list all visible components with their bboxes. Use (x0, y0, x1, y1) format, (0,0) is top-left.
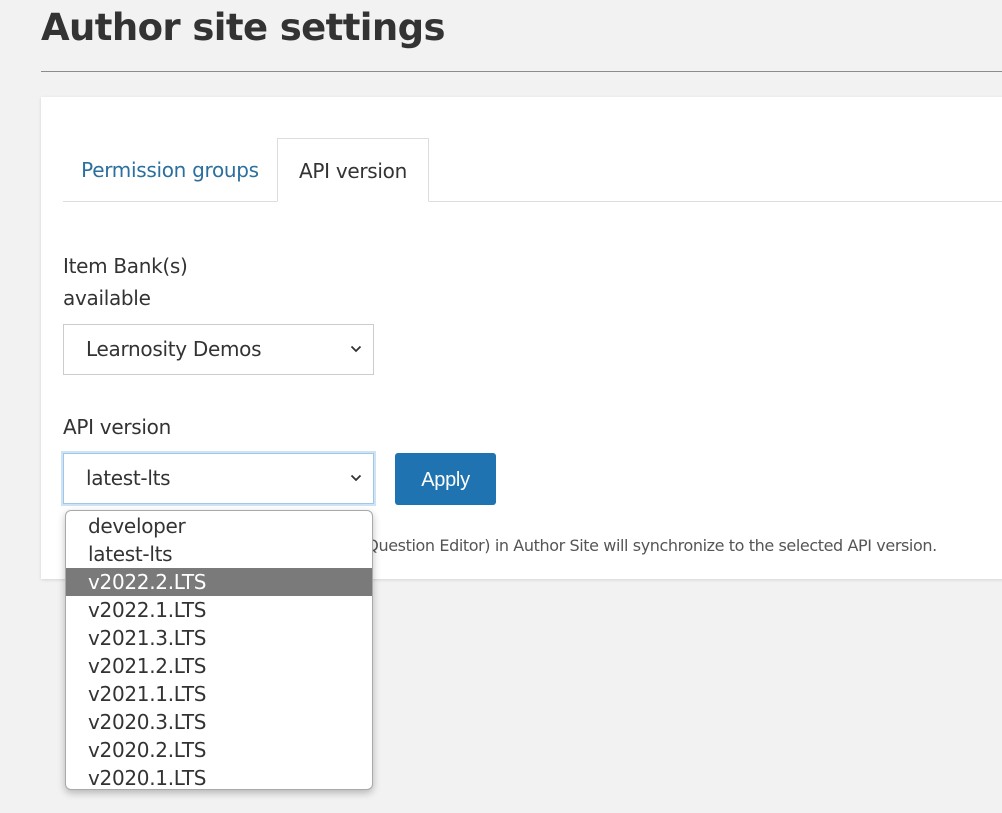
settings-panel: Permission groups API version Item Bank(… (41, 97, 1002, 579)
option-v2020-3-lts[interactable]: v2020.3.LTS (66, 708, 372, 736)
option-latest-lts[interactable]: latest-lts (66, 540, 372, 568)
api-version-dropdown-list[interactable]: developer latest-lts v2022.2.LTS v2022.1… (65, 510, 373, 790)
tab-permission-groups[interactable]: Permission groups (63, 138, 277, 202)
api-version-selected-value: latest-lts (86, 466, 171, 490)
api-version-label: API version (63, 415, 171, 439)
title-divider (41, 71, 1002, 72)
option-v2020-2-lts[interactable]: v2020.2.LTS (66, 736, 372, 764)
item-bank-label: Item Bank(s) (63, 254, 188, 278)
option-v2020-1-lts[interactable]: v2020.1.LTS (66, 764, 372, 789)
chevron-down-icon (350, 474, 362, 482)
option-v2021-3-lts[interactable]: v2021.3.LTS (66, 624, 372, 652)
option-v2021-1-lts[interactable]: v2021.1.LTS (66, 680, 372, 708)
item-bank-label-line2: available (63, 286, 151, 310)
tab-api-version[interactable]: API version (277, 138, 429, 202)
chevron-down-icon (350, 345, 362, 353)
option-v2021-2-lts[interactable]: v2021.2.LTS (66, 652, 372, 680)
page-title: Author site settings (41, 6, 446, 49)
option-developer[interactable]: developer (66, 512, 372, 540)
option-v2022-2-lts[interactable]: v2022.2.LTS (66, 568, 372, 596)
item-bank-selected-value: Learnosity Demos (86, 337, 262, 361)
apply-button[interactable]: Apply (395, 453, 496, 505)
option-v2022-1-lts[interactable]: v2022.1.LTS (66, 596, 372, 624)
item-bank-select[interactable]: Learnosity Demos (63, 324, 374, 375)
api-version-select[interactable]: latest-lts (63, 453, 374, 504)
